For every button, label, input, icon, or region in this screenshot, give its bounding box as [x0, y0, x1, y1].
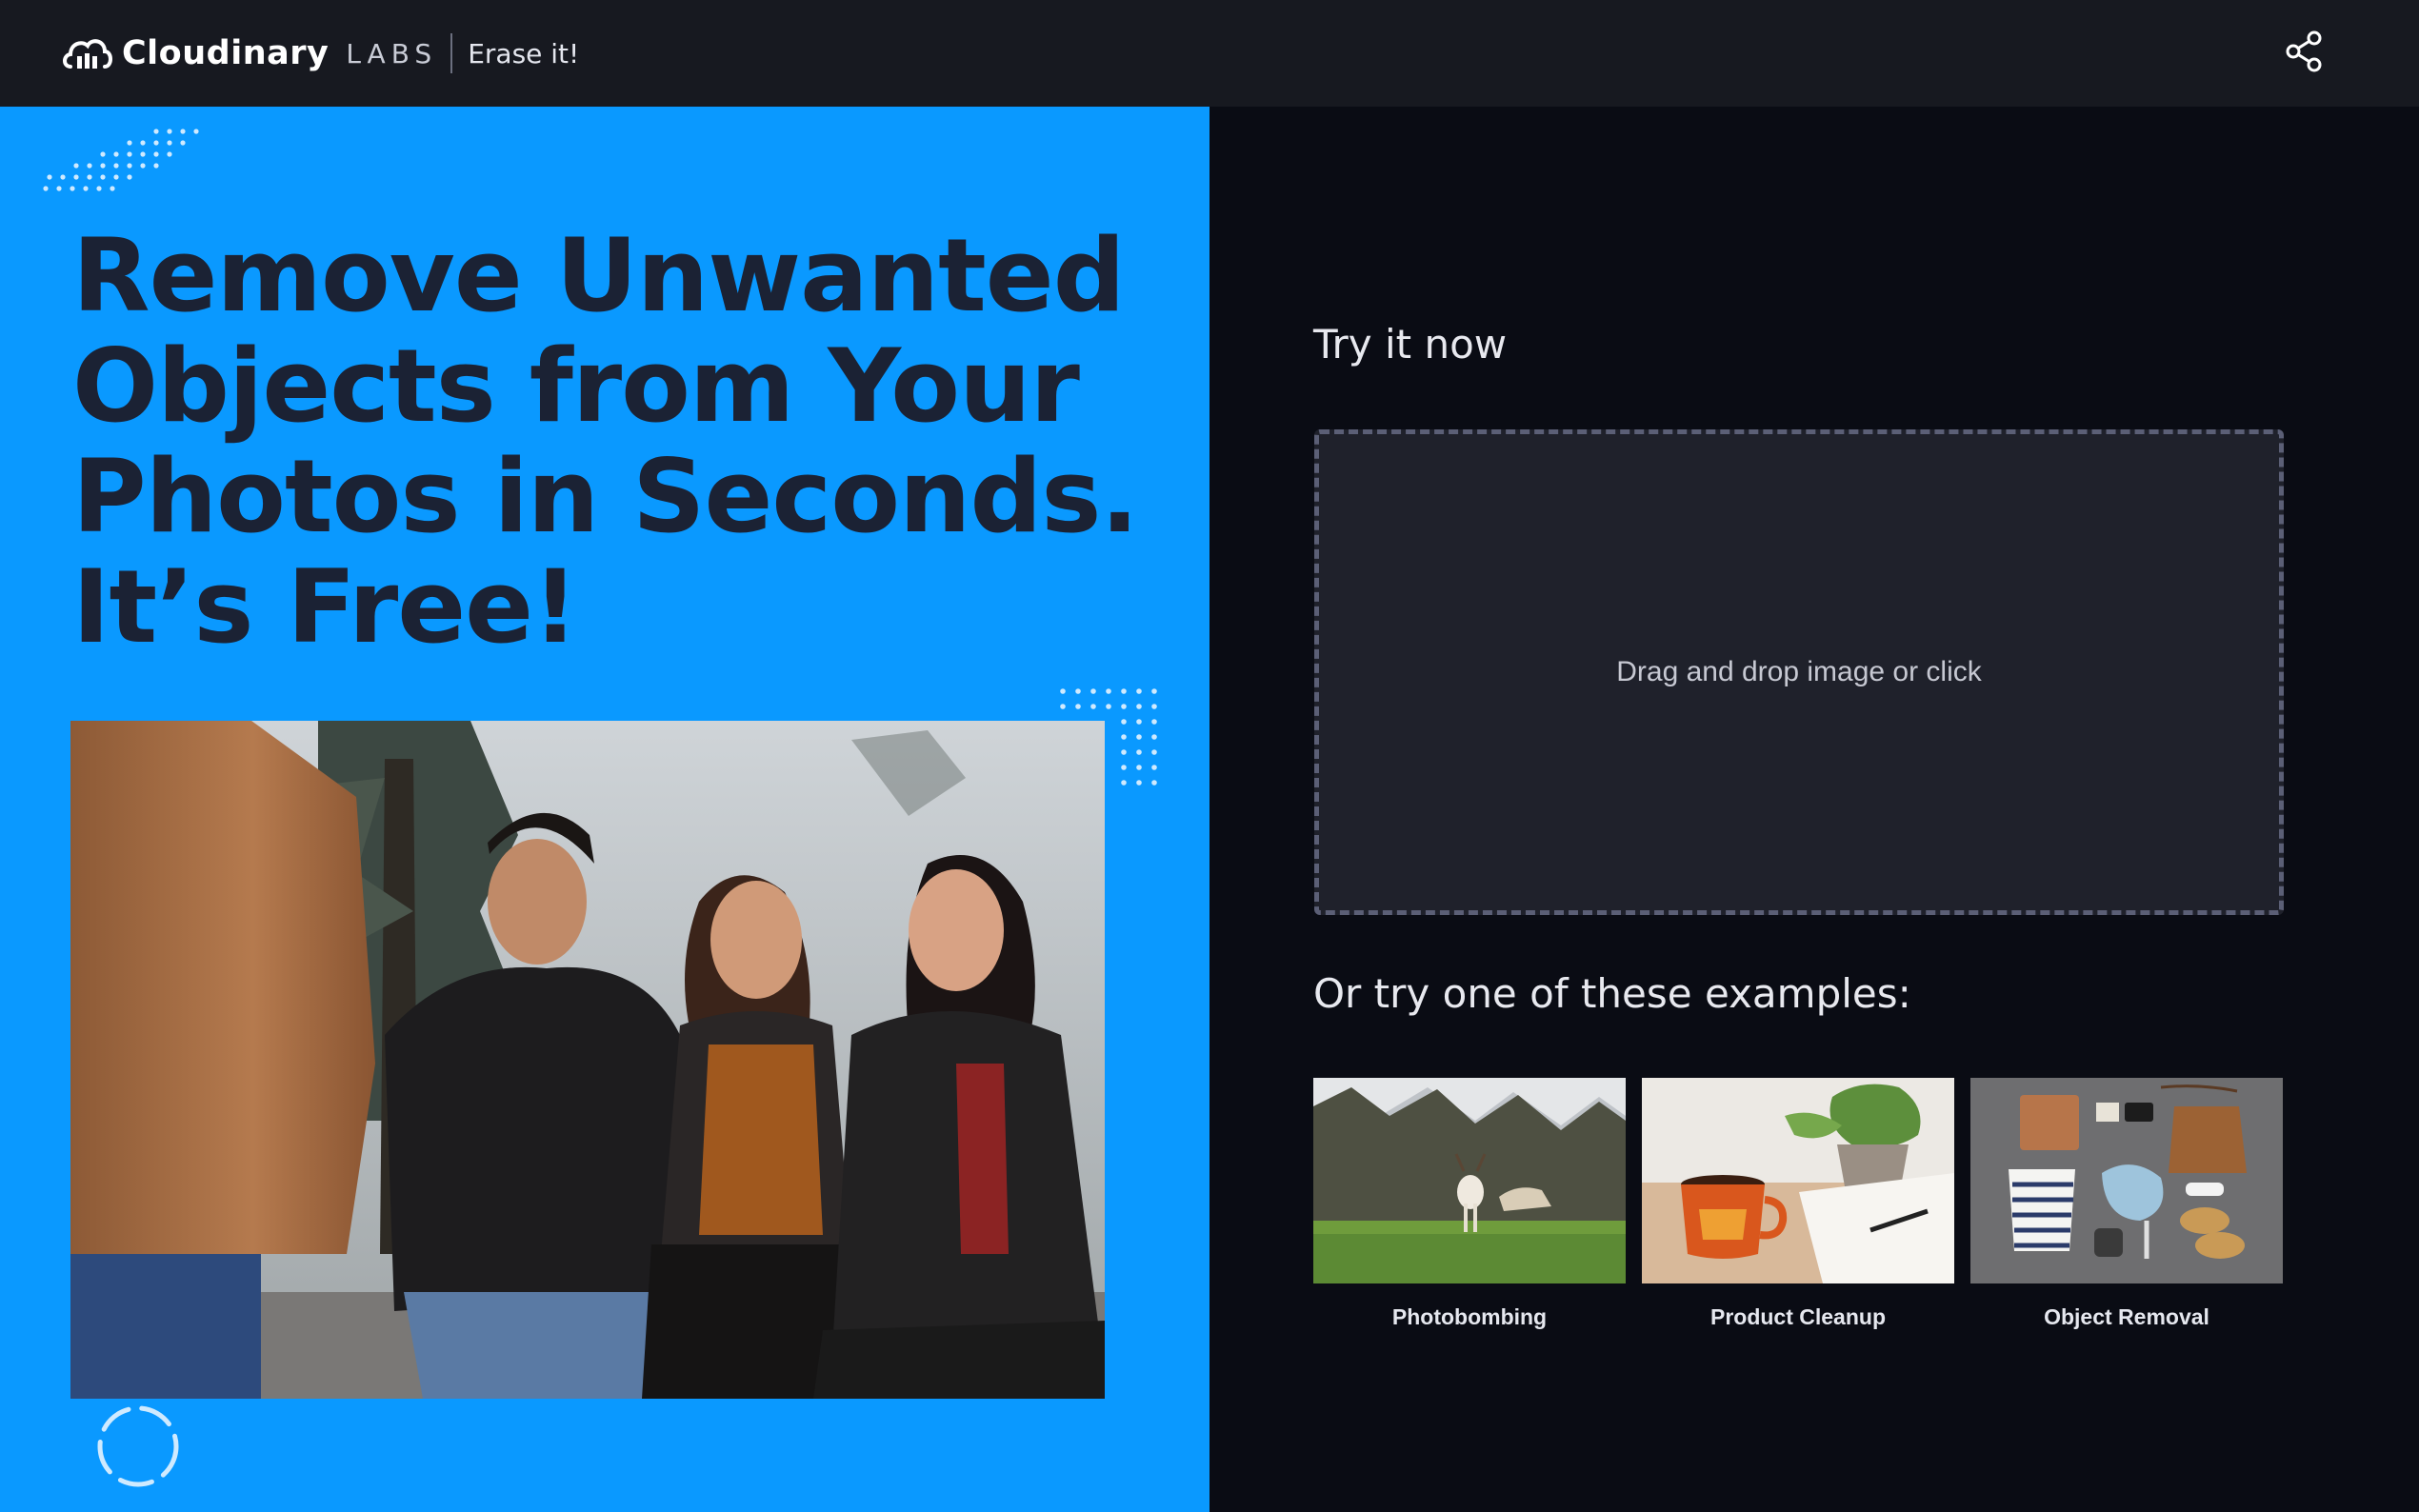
hero-title-line: It’s Free! — [72, 548, 578, 666]
example-label: Product Cleanup — [1709, 1304, 1886, 1329]
try-it-heading: Try it now — [1313, 321, 1508, 368]
product-name: Erase it! — [468, 37, 580, 70]
example-photobombing[interactable]: Photobombing — [1313, 1078, 1626, 1330]
brand-name: Cloudinary — [122, 34, 330, 72]
hero-title-line: Objects from Your — [72, 328, 1080, 445]
brand[interactable]: Cloudinary LABS Erase it! — [61, 29, 579, 78]
example-label: Object Removal — [2044, 1304, 2209, 1329]
example-object-removal[interactable]: Object Removal — [1970, 1078, 2283, 1330]
decorative-dots-top — [43, 129, 199, 191]
image-dropzone[interactable]: Drag and drop image or click — [1314, 429, 2284, 915]
upload-panel: Try it now Drag and drop image or click … — [1210, 107, 2419, 1512]
example-thumbnail-flatlay — [1970, 1078, 2283, 1283]
top-bar: Cloudinary LABS Erase it! — [0, 0, 2419, 107]
dropzone-text: Drag and drop image or click — [1616, 656, 1982, 687]
hero-demo-photo — [70, 721, 1105, 1399]
example-label: Photobombing — [1391, 1304, 1548, 1329]
example-thumbnail-deer — [1313, 1078, 1626, 1283]
hero-section: Remove Unwanted Objects from Your Photos… — [0, 107, 1210, 1512]
share-icon[interactable] — [2282, 29, 2328, 74]
example-thumbnail-mug — [1642, 1078, 1954, 1283]
example-product-cleanup[interactable]: Product Cleanup — [1642, 1078, 1954, 1330]
loading-spinner-icon — [97, 1405, 179, 1487]
hero-title-line: Remove Unwanted — [72, 217, 1126, 334]
brand-divider — [450, 33, 453, 73]
cloudinary-logo-icon — [63, 39, 112, 69]
hero-title-line: Photos in Seconds. — [72, 438, 1139, 555]
brand-labs: LABS — [346, 37, 438, 70]
hero-title: Remove Unwanted Objects from Your Photos… — [72, 221, 1168, 663]
examples-heading: Or try one of these examples: — [1313, 970, 1911, 1017]
